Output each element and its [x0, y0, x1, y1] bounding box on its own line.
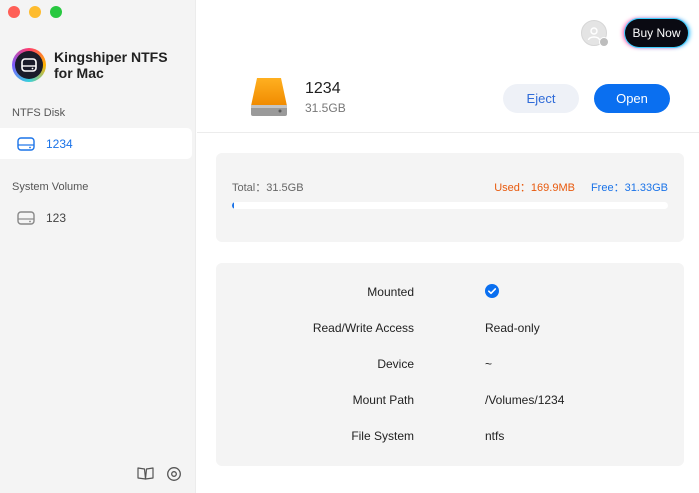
info-value: ~	[485, 357, 493, 371]
info-row-file-system: File System ntfs	[216, 426, 684, 446]
sidebar-item-label: 1234	[46, 136, 73, 151]
app-brand: Kingshiper NTFS for Mac	[12, 48, 184, 82]
section-label-ntfs-disk: NTFS Disk	[12, 107, 66, 119]
sidebar-item-disk-1234[interactable]: 1234	[0, 128, 192, 159]
divider	[197, 132, 699, 133]
info-value: Read-only	[485, 321, 540, 335]
user-avatar-icon[interactable]	[581, 20, 609, 47]
sidebar: Kingshiper NTFS for Mac NTFS Disk 1234 S…	[0, 0, 196, 493]
info-row-mounted: Mounted	[216, 282, 684, 302]
book-icon[interactable]	[137, 466, 154, 481]
sidebar-footer	[137, 466, 182, 482]
section-label-system-volume: System Volume	[12, 181, 89, 193]
info-label: Mounted	[367, 285, 414, 299]
drive-icon	[17, 210, 35, 225]
maximize-window-button[interactable]	[50, 6, 62, 18]
app-name: Kingshiper NTFS for Mac	[54, 49, 168, 81]
info-row-device: Device ~	[216, 354, 684, 374]
main-panel: Buy Now 1234 31.5GB Eject Open Total：31.…	[197, 0, 699, 493]
eject-button[interactable]: Eject	[503, 84, 579, 113]
info-value: /Volumes/1234	[485, 393, 565, 407]
external-drive-icon	[251, 78, 287, 116]
gear-icon[interactable]	[166, 466, 182, 482]
avatar-badge-icon	[599, 37, 609, 47]
sidebar-item-volume-123[interactable]: 123	[0, 202, 192, 233]
total-capacity: Total：31.5GB	[232, 182, 304, 194]
info-row-mount-path: Mount Path /Volumes/1234	[216, 390, 684, 410]
usage-progress-bar	[232, 202, 668, 209]
info-label: Mount Path	[352, 393, 414, 407]
close-window-button[interactable]	[8, 6, 20, 18]
disk-name: 1234	[305, 79, 341, 97]
usage-progress-fill	[232, 202, 235, 209]
info-label: File System	[351, 429, 414, 443]
window-controls	[8, 6, 62, 18]
disk-header: 1234 31.5GB	[249, 76, 346, 118]
free-space: Free：31.33GB	[590, 182, 668, 194]
sidebar-item-label: 123	[46, 210, 67, 225]
usage-card: Total：31.5GB Used：169.9MB Free：31.33GB	[216, 153, 684, 242]
app-logo-icon	[12, 48, 46, 82]
info-label: Read/Write Access	[312, 321, 414, 335]
minimize-window-button[interactable]	[29, 6, 41, 18]
disk-size: 31.5GB	[305, 100, 346, 115]
drive-icon	[17, 136, 35, 151]
info-value: ntfs	[485, 429, 505, 443]
check-circle-icon	[485, 283, 499, 301]
open-button[interactable]: Open	[594, 84, 670, 113]
info-row-access: Read/Write Access Read-only	[216, 318, 684, 338]
buy-now-button[interactable]: Buy Now	[625, 19, 688, 47]
info-label: Device	[377, 357, 414, 371]
disk-info-card: Mounted Read/Write Access Read-only Devi…	[216, 263, 684, 466]
used-space: Used：169.9MB	[494, 182, 575, 194]
